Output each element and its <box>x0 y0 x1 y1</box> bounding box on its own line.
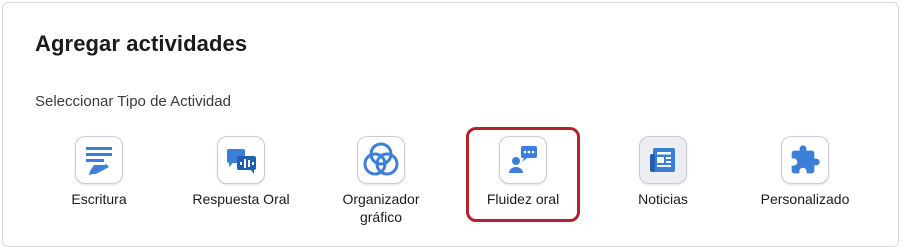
activity-icon-box <box>639 136 687 184</box>
activity-label: Personalizado <box>760 191 850 207</box>
activity-icon-box <box>75 136 123 184</box>
activity-icon-box <box>499 136 547 184</box>
newspaper-icon <box>650 148 675 172</box>
activity-label: Noticias <box>638 191 688 207</box>
voice-response-icon <box>227 149 256 174</box>
writing-icon <box>86 147 112 175</box>
activity-label: Escritura <box>71 191 127 207</box>
speaking-person-icon <box>509 146 537 173</box>
add-activities-panel: Agregar actividades Seleccionar Tipo de … <box>2 2 899 247</box>
activity-option-noticias[interactable]: Noticias <box>598 136 728 208</box>
activity-label: Respuesta Oral <box>192 191 290 207</box>
activity-option-respuesta-oral[interactable]: Respuesta Oral <box>176 136 306 208</box>
activity-icon-box <box>781 136 829 184</box>
activity-option-organizador-grafico[interactable]: Organizador gráfico <box>316 136 446 226</box>
puzzle-piece-icon <box>791 145 820 174</box>
activity-icon-box <box>357 136 405 184</box>
activity-label: Organizador gráfico <box>342 191 420 225</box>
activity-option-personalizado[interactable]: Personalizado <box>740 136 870 208</box>
activity-type-label: Seleccionar Tipo de Actividad <box>35 93 231 110</box>
venn-diagram-icon <box>363 142 399 176</box>
activity-option-escritura[interactable]: Escritura <box>34 136 164 208</box>
activity-icon-box <box>217 136 265 184</box>
activity-label: Fluidez oral <box>486 191 560 207</box>
panel-title: Agregar actividades <box>35 31 248 56</box>
activity-option-fluidez-oral[interactable]: Fluidez oral <box>458 136 588 208</box>
